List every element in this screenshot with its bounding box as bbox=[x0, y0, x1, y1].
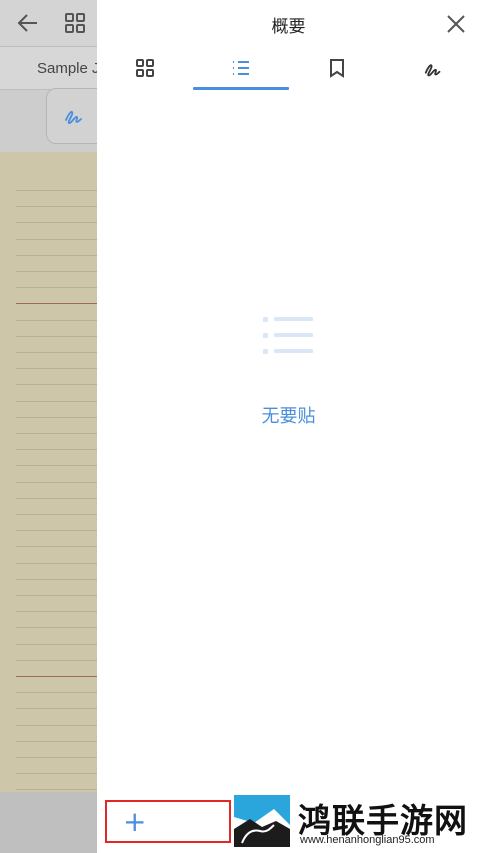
paper-rule-line bbox=[16, 659, 97, 661]
watermark: 鸿联手游网 www.henanhonglian95.com bbox=[234, 793, 480, 853]
background-document: Sample J bbox=[0, 0, 106, 853]
paper-rule-line bbox=[16, 757, 97, 758]
paper-rule-line bbox=[16, 352, 97, 353]
paper-rule-line bbox=[16, 740, 97, 742]
grid-icon[interactable] bbox=[64, 12, 86, 34]
paper-rule-line bbox=[16, 724, 97, 726]
document-tab-label[interactable]: Sample J bbox=[37, 60, 97, 77]
paper-rule-line bbox=[16, 692, 97, 694]
paper-rule-line bbox=[16, 319, 97, 321]
add-button-label: + bbox=[123, 805, 147, 838]
paper-rule-line bbox=[16, 287, 97, 289]
paper-rule-line bbox=[16, 562, 97, 564]
paper-rule-line bbox=[16, 773, 97, 775]
close-icon[interactable] bbox=[445, 13, 467, 35]
paper-rule-line bbox=[16, 595, 97, 596]
background-bottom-bar bbox=[0, 792, 97, 853]
paper-rule-line bbox=[16, 271, 97, 272]
add-button[interactable]: + bbox=[105, 800, 231, 843]
paper-rule-line bbox=[16, 546, 97, 548]
paper-rule-line bbox=[16, 400, 97, 402]
paper-rule-line bbox=[16, 465, 97, 467]
empty-state-text: 无要贴 bbox=[261, 406, 316, 427]
paper-rule-line bbox=[16, 578, 97, 580]
paper-rule-line bbox=[16, 384, 97, 386]
paper-rule-line bbox=[16, 449, 97, 451]
background-toolbar bbox=[0, 0, 97, 46]
list-icon bbox=[233, 61, 249, 75]
back-arrow-icon[interactable] bbox=[17, 12, 39, 34]
paper-rule-line bbox=[16, 481, 97, 483]
paper-rule-line bbox=[16, 611, 97, 613]
tab-bookmarks[interactable] bbox=[289, 52, 385, 90]
panel-title: 概要 bbox=[271, 17, 306, 37]
pen-icon bbox=[65, 110, 82, 124]
paper-rule-line bbox=[16, 433, 97, 434]
paper-rule-line bbox=[16, 335, 97, 337]
paper-rule-line bbox=[16, 222, 97, 224]
note-paper bbox=[0, 152, 97, 792]
paper-rule-line bbox=[16, 416, 97, 418]
background-tab-bar: Sample J bbox=[0, 46, 97, 90]
paper-rule-line bbox=[16, 206, 97, 208]
paper-rule-line bbox=[16, 303, 97, 305]
tab-annotations[interactable] bbox=[385, 52, 480, 90]
pen-icon bbox=[424, 64, 441, 77]
paper-rule-line bbox=[16, 789, 97, 791]
selected-tab-indicator bbox=[193, 87, 289, 90]
bookmark-icon bbox=[330, 59, 344, 78]
paper-rule-line bbox=[16, 627, 97, 629]
tab-thumbnails[interactable] bbox=[97, 52, 193, 90]
paper-rule-line bbox=[16, 708, 97, 710]
paper-rule-line bbox=[16, 190, 97, 191]
paper-rule-line bbox=[16, 238, 97, 240]
watermark-url: www.henanhonglian95.com bbox=[300, 834, 435, 846]
paper-rule-line bbox=[16, 643, 97, 645]
grid-icon bbox=[136, 59, 154, 77]
tab-outline[interactable] bbox=[193, 52, 289, 90]
paper-rule-line bbox=[16, 676, 97, 677]
paper-rule-line bbox=[16, 254, 97, 256]
overview-panel: 概要 无要贴 + bbox=[97, 0, 480, 853]
paper-rule-line bbox=[16, 514, 97, 515]
watermark-logo bbox=[234, 795, 290, 847]
paper-rule-line bbox=[16, 497, 97, 499]
paper-rule-line bbox=[16, 530, 97, 532]
paper-rule-line bbox=[16, 368, 97, 370]
empty-list-icon bbox=[263, 317, 313, 354]
